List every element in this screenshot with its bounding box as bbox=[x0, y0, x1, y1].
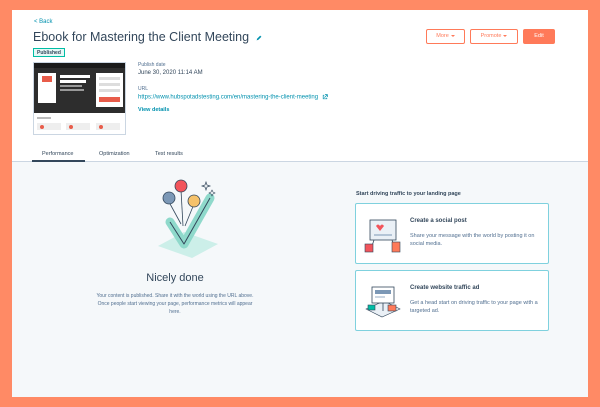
url-label: URL bbox=[138, 86, 149, 92]
traffic-section-heading: Start driving traffic to your landing pa… bbox=[356, 191, 461, 197]
done-title: Nicely done bbox=[146, 272, 204, 284]
thumbnail-preview-image bbox=[34, 63, 125, 134]
more-button-label: More bbox=[436, 33, 449, 39]
app-window: < Back Ebook for Mastering the Client Me… bbox=[12, 10, 588, 397]
social-post-description: Share your message with the world by pos… bbox=[410, 233, 535, 247]
pencil-icon[interactable] bbox=[256, 35, 262, 41]
social-post-illustration bbox=[364, 219, 401, 253]
view-details-link[interactable]: View details bbox=[138, 107, 169, 113]
celebration-checkmark-illustration bbox=[158, 179, 218, 258]
chevron-down-icon bbox=[450, 34, 455, 37]
traffic-ad-title: Create website traffic ad bbox=[410, 285, 480, 291]
traffic-ad-card[interactable]: Create website traffic ad Get a head sta… bbox=[355, 270, 549, 331]
external-link-icon bbox=[322, 94, 328, 100]
back-link[interactable]: < Back bbox=[34, 19, 53, 25]
done-message: Your content is published. Share it with… bbox=[96, 293, 254, 315]
status-badge: Published bbox=[33, 48, 65, 57]
page-thumbnail[interactable] bbox=[33, 62, 126, 135]
tab-optimization[interactable]: Optimization bbox=[99, 151, 130, 157]
page-header: < Back Ebook for Mastering the Client Me… bbox=[12, 10, 588, 154]
edit-button[interactable]: Edit bbox=[523, 29, 555, 44]
tab-bar: Performance Optimization Test results bbox=[12, 146, 588, 162]
promote-button-label: Promote bbox=[480, 33, 502, 39]
social-post-card[interactable]: Create a social post Share your message … bbox=[355, 203, 549, 264]
page-title: Ebook for Mastering the Client Meeting bbox=[33, 30, 262, 44]
page-url-link[interactable]: https://www.hubspotadstesting.com/en/mas… bbox=[138, 94, 328, 101]
traffic-ad-illustration bbox=[365, 286, 401, 318]
chevron-down-icon bbox=[503, 34, 508, 37]
page-title-text: Ebook for Mastering the Client Meeting bbox=[33, 30, 250, 44]
tab-test-results[interactable]: Test results bbox=[155, 151, 183, 157]
publish-date-label: Publish date bbox=[138, 62, 166, 68]
publish-date-value: June 30, 2020 11:14 AM bbox=[138, 70, 203, 76]
tab-performance[interactable]: Performance bbox=[42, 151, 74, 157]
performance-panel: Nicely done Your content is published. S… bbox=[12, 162, 588, 397]
traffic-ad-description: Get a head start on driving traffic to y… bbox=[410, 300, 538, 314]
more-button[interactable]: More bbox=[426, 29, 465, 44]
social-post-title: Create a social post bbox=[410, 218, 467, 224]
page-url-text: https://www.hubspotadstesting.com/en/mas… bbox=[138, 94, 319, 101]
promote-button[interactable]: Promote bbox=[470, 29, 518, 44]
